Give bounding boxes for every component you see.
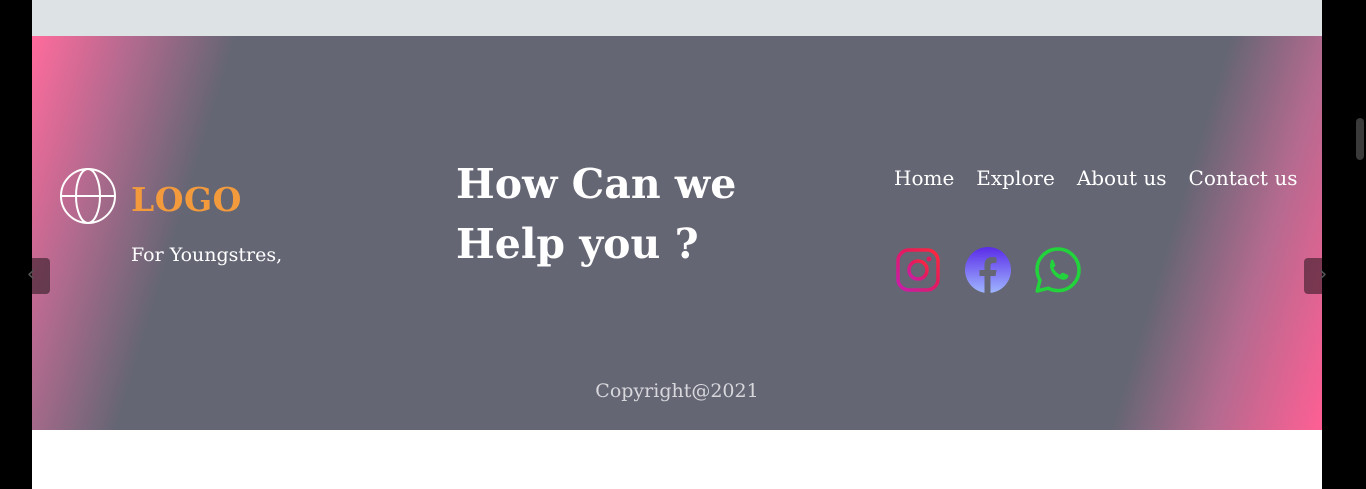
scrollbar[interactable]: [1352, 0, 1366, 489]
footer: LOGO For Youngstres, How Can we Help you…: [32, 36, 1322, 430]
scrollbar-thumb[interactable]: [1356, 118, 1364, 160]
top-strip: [32, 0, 1322, 36]
nav-link-home[interactable]: Home: [894, 166, 954, 190]
instagram-icon[interactable]: [894, 246, 942, 294]
facebook-icon[interactable]: [964, 246, 1012, 294]
carousel-prev-button[interactable]: ‹: [12, 258, 50, 294]
social-links: [894, 246, 1082, 294]
logo-text[interactable]: LOGO: [131, 180, 242, 219]
page: LOGO For Youngstres, How Can we Help you…: [32, 0, 1322, 489]
nav-link-contact-us[interactable]: Contact us: [1189, 166, 1298, 190]
nav-link-about-us[interactable]: About us: [1077, 166, 1167, 190]
whatsapp-icon[interactable]: [1034, 246, 1082, 294]
footer-nav: Home Explore About us Contact us: [894, 166, 1297, 190]
headline-line-1: How Can we: [456, 160, 737, 208]
headline: How Can we Help you ?: [456, 154, 776, 274]
carousel-next-button[interactable]: ›: [1304, 258, 1342, 294]
globe-icon: [60, 168, 116, 224]
headline-line-2: Help you ?: [456, 220, 699, 268]
copyright: Copyright@2021: [595, 380, 759, 402]
nav-link-explore[interactable]: Explore: [976, 166, 1055, 190]
bottom-area: [32, 430, 1322, 489]
tagline: For Youngstres,: [131, 244, 283, 266]
